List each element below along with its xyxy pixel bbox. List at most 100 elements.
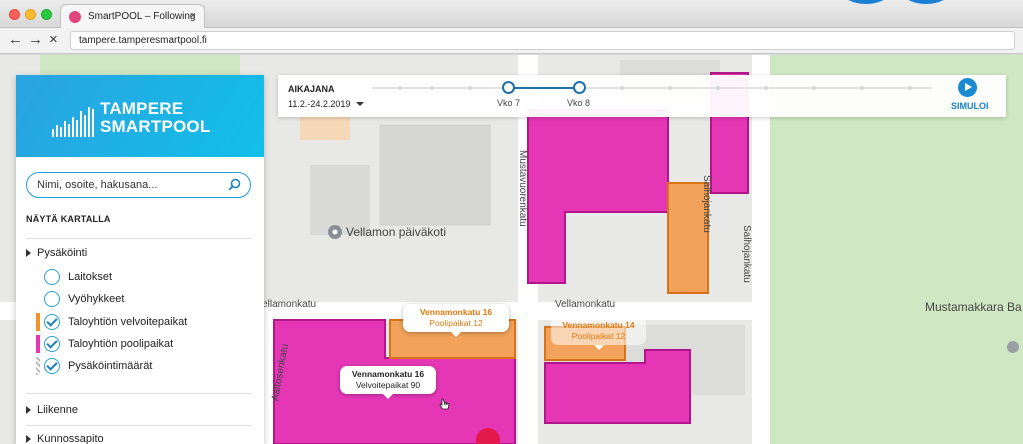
pool-parking-area[interactable] [527,109,669,284]
timeline-title: AIKAJANA [288,84,335,94]
timeline-handle-end[interactable] [573,81,586,94]
group-label: Liikenne [37,404,78,416]
poi-label: Mustamakkara Ba [925,300,1022,314]
street-label: Salhojankatu [741,225,752,283]
timeline-tick[interactable] [716,86,720,90]
checked-icon[interactable] [44,336,60,352]
decorative-arc-icon [900,0,952,4]
simulate-button[interactable]: SIMULOI [951,101,989,111]
option-poolipaikat[interactable]: Taloyhtiön poolipaikat [36,335,174,353]
sidebar-header: TAMPERE SMARTPOOL [16,75,264,157]
timeline-handle-start[interactable] [502,81,515,94]
browser-address-bar: ← → × tampere.tamperesmartpool.fi [0,28,1023,54]
parking-callout[interactable]: Vennamonkatu 16 Poolipaikat 12 [403,304,509,337]
radio-circle-icon[interactable] [44,291,60,307]
window-minimize-button[interactable] [25,9,36,20]
building [379,124,491,226]
logo-line-1: TAMPERE [100,99,184,118]
timeline-selected-range [508,87,580,89]
date-range-label: 11.2.-24.2.2019 [288,99,351,109]
poi-label: Vellamon päiväkoti [346,225,447,239]
browser-tab-bar: SmartPOOL – Following × [0,0,1023,28]
legend-swatch-magenta [36,335,40,353]
decorative-arc-icon [840,0,892,4]
back-arrow-icon[interactable]: ← [8,31,23,49]
street-label: Vellamonkatu [555,299,616,310]
timeline-tick[interactable] [430,86,434,90]
chevron-down-icon [356,102,365,106]
logo-text: TAMPERE SMARTPOOL [100,100,210,136]
timeline-bar: AIKAJANA 11.2.-24.2.2019 Vko 7 Vko 8 SIM… [278,75,1006,117]
option-label: Taloyhtiön velvoitepaikat [68,316,188,328]
option-label: Taloyhtiön poolipaikat [68,338,174,350]
group-toggle-parking[interactable]: Pysäköinti [26,247,87,259]
window-close-button[interactable] [9,9,20,20]
tab-title: SmartPOOL – Following [88,11,196,22]
timeline-tick[interactable] [668,86,672,90]
callout-subtitle: Poolipaikat 12 [429,318,483,328]
date-range-dropdown[interactable]: 11.2.-24.2.2019 [288,99,365,109]
callout-title: Vennamonkatu 16 [419,307,493,317]
legend-swatch-hatched [36,357,40,375]
timeline-tick[interactable] [620,86,624,90]
week-label: Vko 8 [567,98,591,108]
search-placeholder: Nimi, osoite, hakusana... [37,179,158,191]
option-label: Vyöhykkeet [68,293,125,305]
sidebar-panel: TAMPERE SMARTPOOL Nimi, osoite, hakusana… [16,75,264,444]
option-laitokset[interactable]: Laitokset [44,268,112,286]
option-label: Laitokset [68,271,113,283]
callout-subtitle: Velvoitepaikat 90 [355,380,421,390]
caret-right-icon [26,406,31,414]
building-orange-light [300,115,350,140]
checked-icon[interactable] [44,314,60,330]
window-maximize-button[interactable] [41,9,52,20]
logo-line-2: SMARTPOOL [100,117,211,136]
week-label: Vko 7 [497,98,521,108]
option-velvoitepaikat[interactable]: Taloyhtiön velvoitepaikat [36,313,188,331]
caret-right-icon [26,249,31,257]
option-label: Pysäköintimäärät [68,360,153,372]
radio-circle-icon[interactable] [44,269,60,285]
poi-pin-icon[interactable] [1007,341,1019,353]
play-icon[interactable] [958,78,977,97]
forward-arrow-icon[interactable]: → [28,31,43,49]
logo-bars-icon [52,107,94,137]
timeline-tick[interactable] [468,86,472,90]
option-pysakointimaarat[interactable]: Pysäköintimäärät [36,357,153,375]
hand-cursor-icon [439,398,450,410]
timeline-tick[interactable] [908,86,912,90]
callout-title: Vennamonkatu 16 [351,369,425,379]
group-toggle-traffic[interactable]: Liikenne [26,404,78,416]
divider [26,238,252,239]
checked-icon[interactable] [44,358,60,374]
timeline-track[interactable] [372,87,932,89]
caret-right-icon [26,435,31,443]
timeline-tick[interactable] [812,86,816,90]
divider [26,393,252,394]
timeline-tick[interactable] [398,86,402,90]
option-vyohykkeet[interactable]: Vyöhykkeet [44,290,124,308]
parking-callout[interactable]: Vennamonkatu 14 Poolipaikat 12 [551,317,646,350]
group-label: Pysäköinti [37,247,88,259]
stop-reload-icon[interactable]: × [49,31,58,49]
search-icon[interactable] [228,178,241,191]
timeline-tick[interactable] [860,86,864,90]
legend-swatch-orange [36,313,40,331]
app-window: SmartPOOL – Following × ← → × tampere.ta… [0,0,1023,444]
callout-subtitle: Poolipaikat 12 [571,331,626,341]
divider [26,425,252,426]
callout-title: Vennamonkatu 14 [562,320,635,330]
search-input[interactable]: Nimi, osoite, hakusana... [26,172,251,198]
timeline-tick[interactable] [764,86,768,90]
street-label: Mustavuorenkatu [517,150,528,227]
url-input[interactable]: tampere.tamperesmartpool.fi [70,31,1015,50]
tab-close-icon[interactable]: × [190,10,196,22]
tab-favicon-icon [69,10,81,23]
parking-callout[interactable]: Vennamonkatu 16 Velvoitepaikat 90 [340,366,436,399]
street-label: Vellamonkatu [256,299,317,310]
street-label: Salhojankatu [701,175,712,233]
pin-center [332,229,338,235]
park-area [40,55,240,77]
browser-tab[interactable]: SmartPOOL – Following × [60,4,205,28]
group-toggle-maintenance[interactable]: Kunnossapito [26,433,104,444]
